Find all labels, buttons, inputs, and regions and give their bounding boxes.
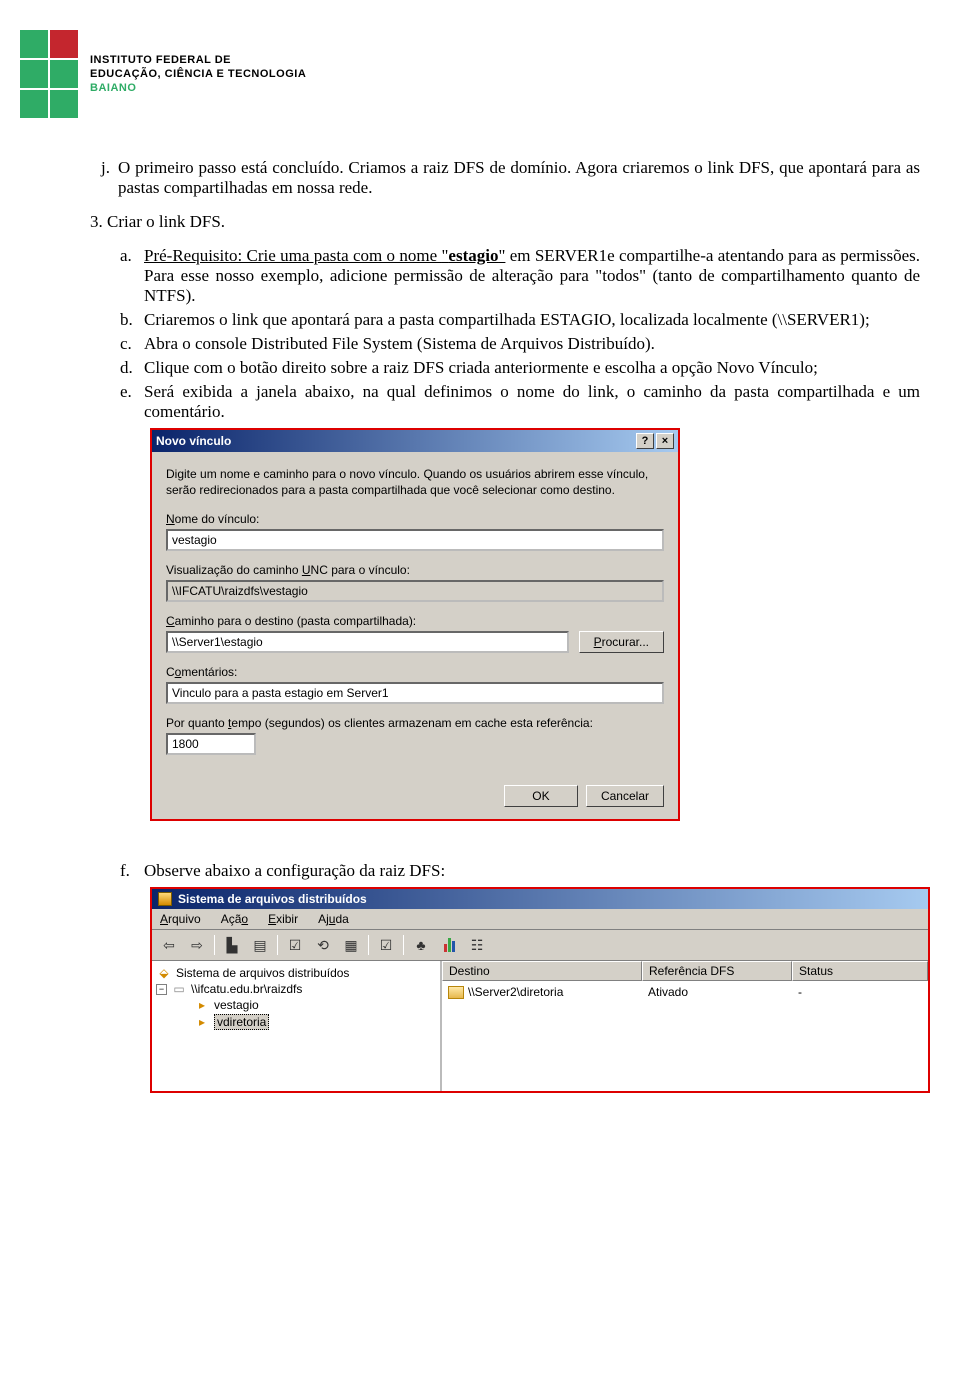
logo-text: INSTITUTO FEDERAL DE EDUCAÇÃO, CIÊNCIA E… (90, 53, 306, 96)
comentarios-label: Comentários: (166, 665, 664, 679)
link-icon: ▸ (194, 1015, 210, 1029)
tree-server[interactable]: − ▭ \\ifcatu.edu.br\raizdfs (154, 981, 438, 997)
subitem-f: f. Observe abaixo a configuração da raiz… (120, 861, 920, 881)
map-icon[interactable]: ♣ (410, 934, 432, 956)
dfs-root-icon: ⬙ (156, 966, 172, 980)
cancel-button[interactable]: Cancelar (586, 785, 664, 807)
subitem-a: a. Pré-Requisito: Crie uma pasta com o n… (120, 246, 920, 306)
unc-input (166, 580, 664, 602)
ok-button[interactable]: OK (504, 785, 578, 807)
mmc-tree[interactable]: ⬙ Sistema de arquivos distribuídos − ▭ \… (152, 961, 442, 1091)
tree-root[interactable]: ⬙ Sistema de arquivos distribuídos (154, 965, 438, 981)
mmc-list[interactable]: Destino Referência DFS Status \\Server2\… (442, 961, 928, 1091)
mmc-app-icon (158, 892, 172, 906)
refresh-icon[interactable]: ⟲ (312, 934, 334, 956)
mmc-titlebar: Sistema de arquivos distribuídos (152, 889, 928, 909)
mmc-menu: Arquivo Ação Exibir Ajuda (152, 909, 928, 930)
dialog-title: Novo vínculo (156, 434, 231, 448)
institution-logo: INSTITUTO FEDERAL DE EDUCAÇÃO, CIÊNCIA E… (20, 30, 920, 118)
properties-icon[interactable]: ☑ (284, 934, 306, 956)
new-icon[interactable]: ☑ (375, 934, 397, 956)
tree-vdiretoria[interactable]: ▸ vdiretoria (154, 1013, 438, 1031)
dialog-titlebar: Novo vínculo ? × (152, 430, 678, 452)
forward-icon[interactable]: ⇨ (186, 934, 208, 956)
subitem-b: b. Criaremos o link que apontará para a … (120, 310, 920, 330)
list-icon[interactable]: ▤ (249, 934, 271, 956)
menu-exibir[interactable]: Exibir (268, 912, 298, 926)
comentarios-input[interactable] (166, 682, 664, 704)
subitem-d: d. Clique com o botão direito sobre a ra… (120, 358, 920, 378)
subitem-c: c. Abra o console Distributed File Syste… (120, 334, 920, 354)
cache-input[interactable] (166, 733, 256, 755)
pre-requisito-link: Pré-Requisito: Crie uma pasta com o nome… (144, 246, 505, 265)
procurar-button[interactable]: Procurar... (579, 631, 664, 653)
dfs-mmc-window: Sistema de arquivos distribuídos Arquivo… (150, 887, 930, 1093)
list-row[interactable]: \\Server2\diretoria Ativado - (442, 981, 928, 1003)
unc-label: Visualização do caminho UNC para o víncu… (166, 563, 664, 577)
cache-label: Por quanto tempo (segundos) os clientes … (166, 716, 664, 730)
caminho-label: Caminho para o destino (pasta compartilh… (166, 614, 664, 628)
collapse-icon[interactable]: − (156, 984, 167, 995)
nome-vinculo-label: Nome do vínculo: (166, 512, 664, 526)
help-button[interactable]: ? (636, 433, 654, 449)
subitem-e: e. Será exibida a janela abaixo, na qual… (120, 382, 920, 422)
close-button[interactable]: × (656, 433, 674, 449)
folder-icon (448, 986, 464, 999)
col-status[interactable]: Status (792, 961, 928, 981)
novo-vinculo-dialog: Novo vínculo ? × Digite um nome e caminh… (150, 428, 680, 821)
export-icon[interactable]: ▦ (340, 934, 362, 956)
server-icon: ▭ (171, 982, 187, 996)
menu-arquivo[interactable]: Arquivo (160, 912, 201, 926)
mmc-toolbar: ⇦ ⇨ ▙ ▤ ☑ ⟲ ▦ ☑ ♣ ☷ (152, 930, 928, 961)
chart-icon[interactable] (438, 934, 460, 956)
security-icon[interactable]: ☷ (466, 934, 488, 956)
item-j: j. O primeiro passo está concluído. Cria… (90, 158, 920, 198)
tree-vestagio[interactable]: ▸ vestagio (154, 997, 438, 1013)
list-header[interactable]: Destino Referência DFS Status (442, 961, 928, 981)
caminho-input[interactable] (166, 631, 569, 653)
dialog-intro: Digite um nome e caminho para o novo vín… (166, 466, 664, 498)
menu-ajuda[interactable]: Ajuda (318, 912, 349, 926)
step-3: 3. Criar o link DFS. (90, 212, 920, 232)
logo-squares-icon (20, 30, 78, 118)
up-icon[interactable]: ▙ (221, 934, 243, 956)
mmc-title: Sistema de arquivos distribuídos (178, 892, 367, 906)
back-icon[interactable]: ⇦ (158, 934, 180, 956)
col-destino[interactable]: Destino (442, 961, 642, 981)
nome-vinculo-input[interactable] (166, 529, 664, 551)
menu-acao[interactable]: Ação (221, 912, 248, 926)
link-icon: ▸ (194, 998, 210, 1012)
col-referencia[interactable]: Referência DFS (642, 961, 792, 981)
